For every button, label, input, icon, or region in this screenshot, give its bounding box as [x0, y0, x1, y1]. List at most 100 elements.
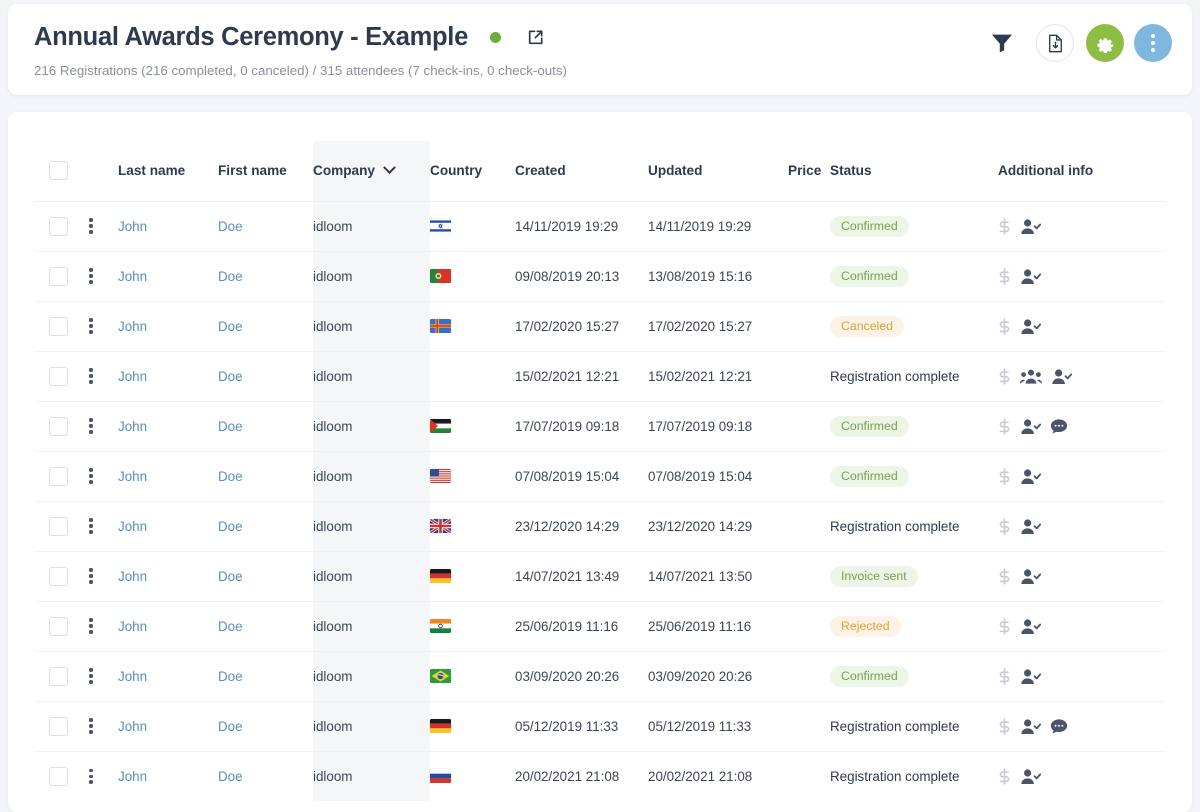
user-check-icon[interactable]	[1020, 418, 1041, 435]
table-row[interactable]: JohnDoeidloom20/02/2021 21:0820/02/2021 …	[35, 751, 1165, 801]
first-name-link[interactable]: Doe	[218, 269, 243, 284]
last-name-link[interactable]: John	[118, 519, 147, 534]
cell-first-name[interactable]: Doe	[218, 251, 313, 301]
row-menu-cell[interactable]	[83, 401, 118, 451]
first-name-link[interactable]: Doe	[218, 369, 243, 384]
header-first-name[interactable]: First name	[218, 141, 313, 201]
header-country[interactable]: Country	[430, 141, 515, 201]
header-price[interactable]: Price	[788, 141, 830, 201]
gear-icon[interactable]	[1086, 24, 1124, 62]
cell-last-name[interactable]: John	[118, 301, 218, 351]
cell-first-name[interactable]: Doe	[218, 501, 313, 551]
more-options-icon[interactable]	[1134, 24, 1172, 62]
last-name-link[interactable]: John	[118, 469, 147, 484]
row-menu-cell[interactable]	[83, 601, 118, 651]
dollar-icon[interactable]	[998, 268, 1011, 285]
row-select-cell[interactable]	[35, 701, 83, 751]
table-row[interactable]: JohnDoeidloom07/08/2019 15:0407/08/2019 …	[35, 451, 1165, 501]
dollar-icon[interactable]	[998, 718, 1011, 735]
dollar-icon[interactable]	[998, 368, 1011, 385]
row-menu-cell[interactable]	[83, 451, 118, 501]
cell-first-name[interactable]: Doe	[218, 451, 313, 501]
header-additional-info[interactable]: Additional info	[998, 141, 1165, 201]
cell-first-name[interactable]: Doe	[218, 401, 313, 451]
row-select-cell[interactable]	[35, 451, 83, 501]
user-check-icon[interactable]	[1020, 318, 1041, 335]
last-name-link[interactable]: John	[118, 669, 147, 684]
cell-first-name[interactable]: Doe	[218, 651, 313, 701]
last-name-link[interactable]: John	[118, 419, 147, 434]
first-name-link[interactable]: Doe	[218, 769, 243, 784]
cell-first-name[interactable]: Doe	[218, 301, 313, 351]
row-actions-menu-icon[interactable]	[83, 268, 99, 283]
user-check-icon[interactable]	[1020, 668, 1041, 685]
cell-last-name[interactable]: John	[118, 651, 218, 701]
table-row[interactable]: JohnDoeidloom14/11/2019 19:2914/11/2019 …	[35, 201, 1165, 251]
row-actions-menu-icon[interactable]	[83, 368, 99, 383]
filter-icon[interactable]	[990, 24, 1014, 62]
row-actions-menu-icon[interactable]	[83, 468, 99, 483]
row-menu-cell[interactable]	[83, 201, 118, 251]
group-icon[interactable]	[1020, 368, 1042, 385]
row-actions-menu-icon[interactable]	[83, 318, 99, 333]
row-checkbox[interactable]	[49, 717, 68, 736]
row-menu-cell[interactable]	[83, 301, 118, 351]
dollar-icon[interactable]	[998, 318, 1011, 335]
last-name-link[interactable]: John	[118, 719, 147, 734]
cell-first-name[interactable]: Doe	[218, 751, 313, 801]
last-name-link[interactable]: John	[118, 769, 147, 784]
export-file-icon[interactable]	[1036, 24, 1074, 62]
last-name-link[interactable]: John	[118, 269, 147, 284]
cell-last-name[interactable]: John	[118, 351, 218, 401]
first-name-link[interactable]: Doe	[218, 219, 243, 234]
user-check-icon[interactable]	[1020, 768, 1041, 785]
cell-last-name[interactable]: John	[118, 201, 218, 251]
last-name-link[interactable]: John	[118, 369, 147, 384]
first-name-link[interactable]: Doe	[218, 669, 243, 684]
row-select-cell[interactable]	[35, 401, 83, 451]
user-check-icon[interactable]	[1020, 468, 1041, 485]
select-all-checkbox[interactable]	[49, 161, 68, 180]
header-created[interactable]: Created	[515, 141, 648, 201]
table-row[interactable]: JohnDoeidloom17/02/2020 15:2717/02/2020 …	[35, 301, 1165, 351]
header-status[interactable]: Status	[830, 141, 998, 201]
cell-first-name[interactable]: Doe	[218, 601, 313, 651]
external-link-icon[interactable]	[527, 29, 544, 46]
user-check-icon[interactable]	[1020, 618, 1041, 635]
row-menu-cell[interactable]	[83, 501, 118, 551]
header-company[interactable]: Company	[313, 141, 430, 201]
user-check-icon[interactable]	[1020, 568, 1041, 585]
cell-first-name[interactable]: Doe	[218, 351, 313, 401]
cell-last-name[interactable]: John	[118, 751, 218, 801]
first-name-link[interactable]: Doe	[218, 719, 243, 734]
first-name-link[interactable]: Doe	[218, 319, 243, 334]
row-checkbox[interactable]	[49, 617, 68, 636]
cell-last-name[interactable]: John	[118, 451, 218, 501]
row-checkbox[interactable]	[49, 417, 68, 436]
comment-icon[interactable]	[1050, 418, 1068, 435]
row-actions-menu-icon[interactable]	[83, 518, 99, 533]
row-menu-cell[interactable]	[83, 251, 118, 301]
cell-last-name[interactable]: John	[118, 501, 218, 551]
dollar-icon[interactable]	[998, 218, 1011, 235]
row-menu-cell[interactable]	[83, 551, 118, 601]
row-actions-menu-icon[interactable]	[83, 718, 99, 733]
header-last-name[interactable]: Last name	[118, 141, 218, 201]
row-select-cell[interactable]	[35, 551, 83, 601]
row-checkbox[interactable]	[49, 217, 68, 236]
row-actions-menu-icon[interactable]	[83, 218, 99, 233]
row-actions-menu-icon[interactable]	[83, 668, 99, 683]
row-menu-cell[interactable]	[83, 701, 118, 751]
dollar-icon[interactable]	[998, 518, 1011, 535]
row-checkbox[interactable]	[49, 317, 68, 336]
row-actions-menu-icon[interactable]	[83, 568, 99, 583]
row-menu-cell[interactable]	[83, 751, 118, 801]
dollar-icon[interactable]	[998, 418, 1011, 435]
row-checkbox[interactable]	[49, 367, 68, 386]
header-updated[interactable]: Updated	[648, 141, 788, 201]
dollar-icon[interactable]	[998, 468, 1011, 485]
header-select-all[interactable]	[35, 141, 83, 201]
dollar-icon[interactable]	[998, 768, 1011, 785]
table-row[interactable]: JohnDoeidloom14/07/2021 13:4914/07/2021 …	[35, 551, 1165, 601]
user-check-icon[interactable]	[1051, 368, 1072, 385]
